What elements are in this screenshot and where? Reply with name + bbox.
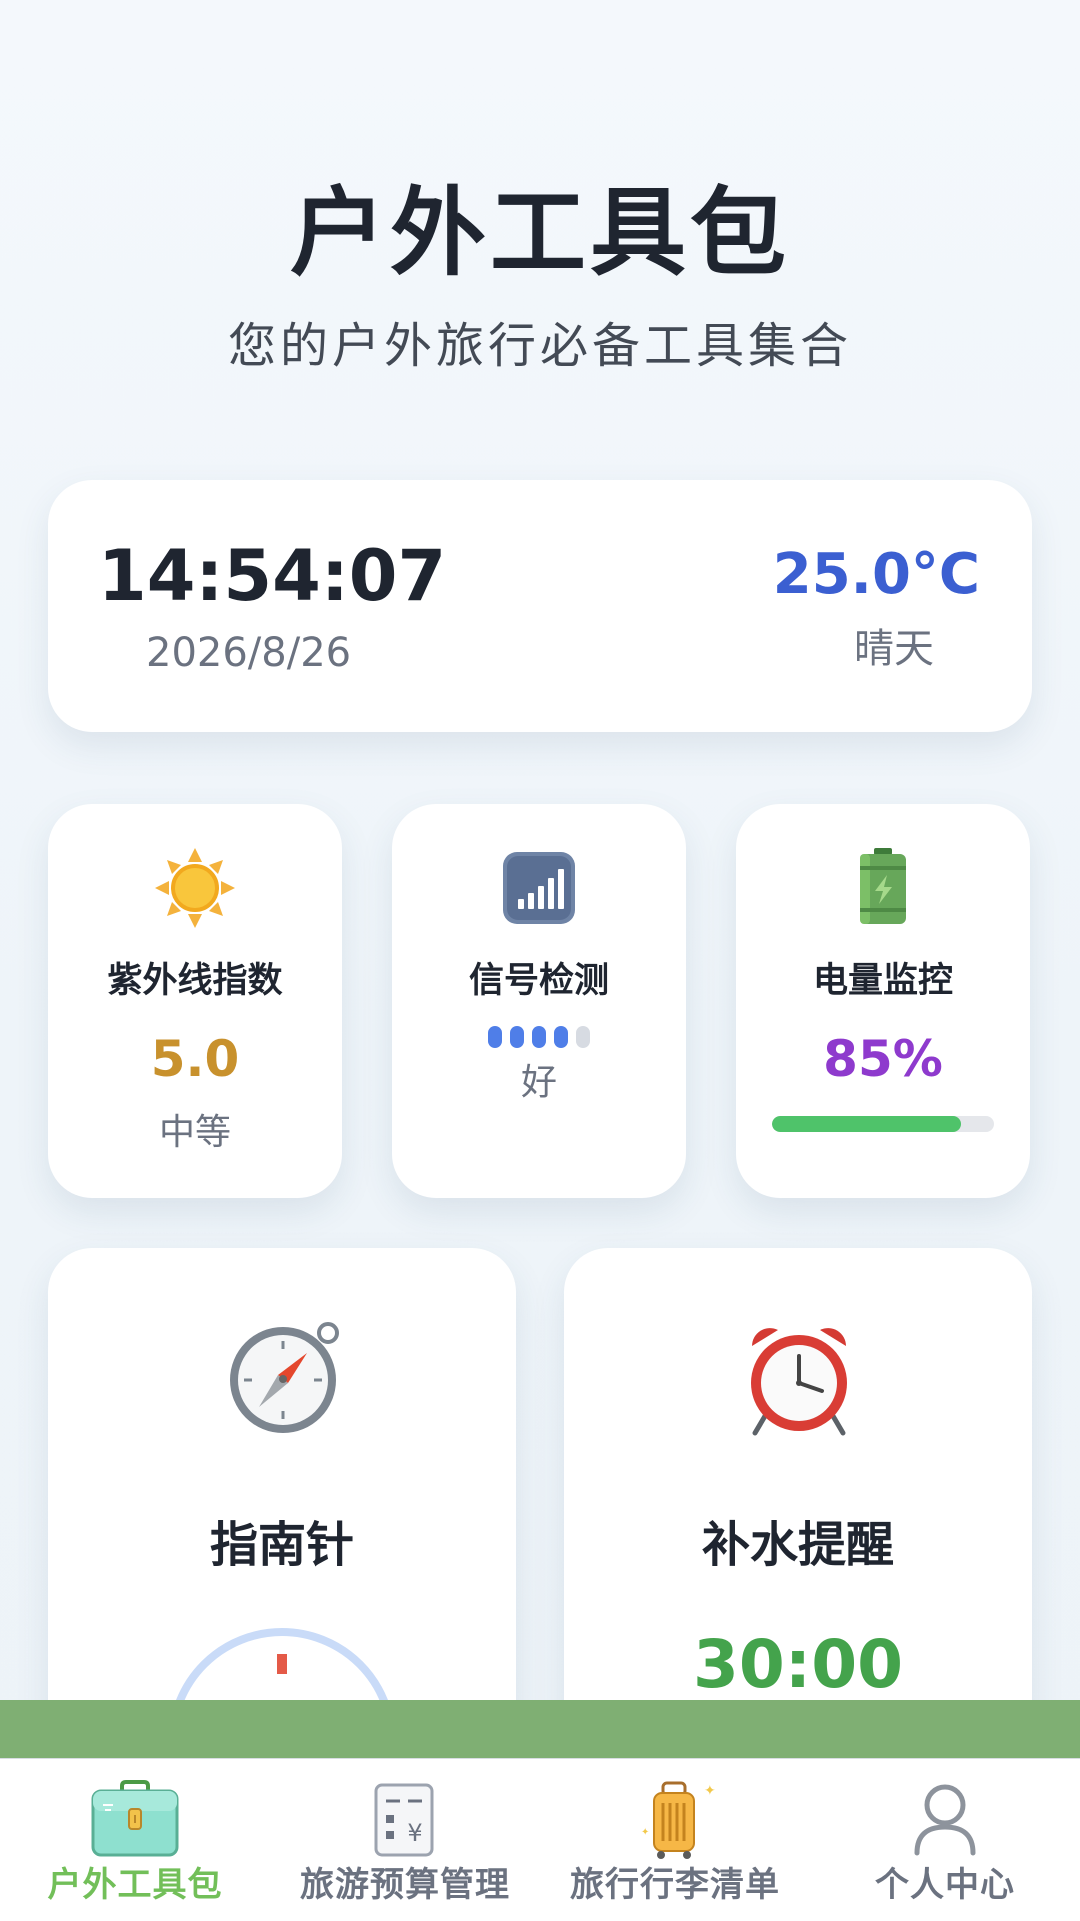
page-header: 户外工具包 您的户外旅行必备工具集合 (0, 0, 1080, 420)
page-subtitle: 您的户外旅行必备工具集合 (227, 318, 852, 374)
battery-icon (736, 844, 1030, 934)
signal-icon (392, 844, 686, 934)
page-title: 户外工具包 (290, 177, 790, 289)
tab-travel-budget[interactable]: ¥ 旅游预算管理 (270, 1759, 540, 1921)
user-icon (895, 1779, 995, 1861)
svg-text:✦: ✦ (704, 1783, 716, 1799)
uv-value: 5.0 (150, 1030, 240, 1088)
signal-label: 信号检测 (468, 961, 609, 1001)
tab-label-travel-budget: 旅游预算管理 (300, 1865, 510, 1905)
tab-label-packing-list: 旅行行李清单 (570, 1865, 780, 1905)
uv-label: 紫外线指数 (107, 961, 283, 1001)
signal-strength-dot (488, 1026, 502, 1048)
signal-strength-dot (554, 1026, 568, 1048)
sun-icon (48, 844, 342, 934)
battery-level-bar (772, 1116, 994, 1132)
current-date: 2026/8/26 (146, 630, 352, 676)
uv-level: 中等 (158, 1112, 231, 1153)
signal-quality: 好 (520, 1062, 557, 1103)
water-reminder-label: 补水提醒 (701, 1517, 894, 1573)
svg-text:✦: ✦ (641, 1827, 649, 1838)
luggage-icon: ✦ ✦ (625, 1779, 725, 1861)
time-weather-card: 14:54:07 2026/8/26 25.0°C 晴天 (48, 480, 1032, 732)
water-countdown: 30:00 (692, 1626, 904, 1703)
signal-strength-dot (510, 1026, 524, 1048)
current-time: 14:54:07 (98, 535, 447, 617)
signal-strength-indicator (392, 1026, 686, 1048)
signal-card[interactable]: 信号检测 好 (392, 804, 686, 1198)
tab-profile[interactable]: 个人中心 (810, 1759, 1080, 1921)
uv-index-card[interactable]: 紫外线指数 5.0 中等 (48, 804, 342, 1198)
tab-label-outdoor-toolkit: 户外工具包 (47, 1865, 223, 1905)
tab-packing-list[interactable]: ✦ ✦ 旅行行李清单 (540, 1759, 810, 1921)
svg-text:¥: ¥ (407, 1819, 422, 1847)
bottom-tab-bar: 户外工具包 ¥ 旅游预算管理 ✦ ✦ 旅行行李清单 个人中心 (0, 1758, 1080, 1921)
green-strip (0, 1700, 1080, 1758)
toolbox-icon (85, 1779, 185, 1861)
tab-outdoor-toolkit[interactable]: 户外工具包 (0, 1759, 270, 1921)
signal-strength-dot (532, 1026, 546, 1048)
compass-icon (48, 1316, 516, 1440)
calculator-icon: ¥ (355, 1779, 455, 1861)
compass-label: 指南针 (209, 1517, 354, 1573)
signal-strength-dot (576, 1026, 590, 1048)
alarm-clock-icon (564, 1316, 1032, 1440)
battery-value: 85% (823, 1030, 943, 1088)
battery-level-fill (772, 1116, 961, 1132)
battery-label: 电量监控 (812, 961, 953, 1001)
battery-card[interactable]: 电量监控 85% (736, 804, 1030, 1198)
temperature: 25.0°C (772, 542, 980, 607)
weather-condition: 晴天 (854, 626, 934, 672)
tab-label-profile: 个人中心 (875, 1865, 1015, 1905)
